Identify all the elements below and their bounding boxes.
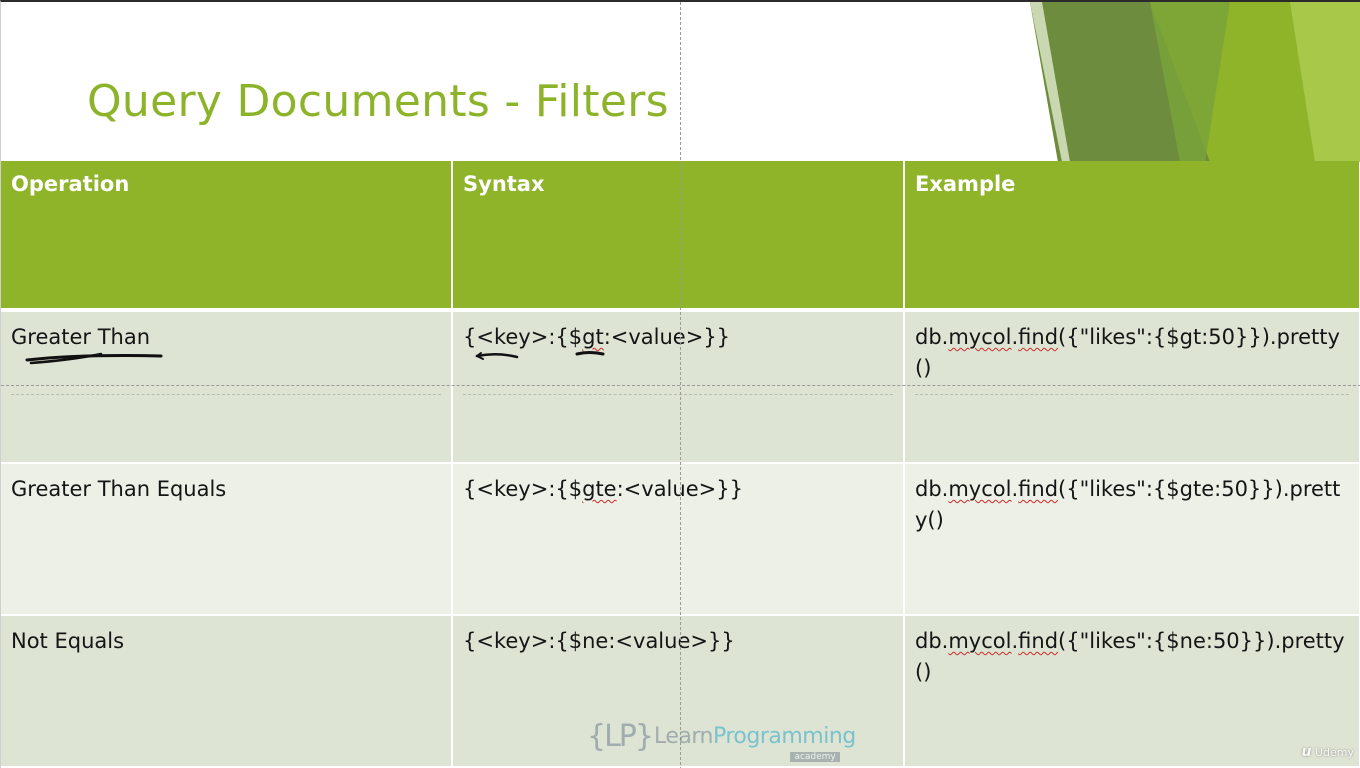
logo-subtitle: academy	[790, 752, 840, 762]
table-row-syntax: {<key>:{$gt:<value>}}	[453, 312, 905, 464]
table-row-example: db.mycol.find({"likes":{$ne:50}}).pretty…	[905, 616, 1359, 768]
udemy-icon: u	[1301, 744, 1312, 760]
table-row-operation: Not Equals	[1, 616, 453, 768]
row-divider	[915, 394, 1349, 395]
row-divider	[11, 394, 441, 395]
table-row-operation: Greater Than Equals	[1, 464, 453, 616]
corner-decoration	[1030, 2, 1360, 162]
header-operation: Operation	[1, 161, 453, 312]
table-row-operation: Greater Than	[1, 312, 453, 464]
logo-text: LearnProgramming	[653, 723, 856, 749]
example-text: db.mycol.find({"likes":{$gt:50}}).pretty…	[915, 325, 1340, 380]
table-row-syntax: {<key>:{$gte:<value>}}	[453, 464, 905, 616]
header-example: Example	[905, 161, 1359, 312]
syntax-text: {<key>:{$ne:<value>}}	[463, 629, 735, 653]
table-row-example: db.mycol.find({"likes":{$gte:50}}).prett…	[905, 464, 1359, 616]
watermark-text: Udemy	[1314, 746, 1354, 759]
header-syntax: Syntax	[453, 161, 905, 312]
operation-label: Greater Than	[11, 325, 151, 349]
filters-table: Operation Syntax Example Greater Than {<…	[1, 161, 1359, 768]
learn-programming-logo: {LP} LearnProgramming academy	[587, 716, 856, 762]
operation-label: Not Equals	[11, 629, 125, 653]
syntax-text: {<key>:{$gte:<value>}}	[463, 477, 743, 501]
row-divider	[463, 394, 893, 395]
syntax-text: {<key>:{$gt:<value>}}	[463, 325, 731, 349]
table-row-example: db.mycol.find({"likes":{$gt:50}}).pretty…	[905, 312, 1359, 464]
example-text: db.mycol.find({"likes":{$gte:50}}).prett…	[915, 477, 1341, 532]
slide: Query Documents - Filters Operation Synt…	[0, 0, 1360, 768]
page-title: Query Documents - Filters	[87, 76, 669, 127]
operation-label: Greater Than Equals	[11, 477, 227, 501]
example-text: db.mycol.find({"likes":{$ne:50}}).pretty…	[915, 629, 1345, 684]
logo-mark: {LP}	[587, 718, 654, 754]
udemy-watermark: u Udemy	[1302, 744, 1355, 760]
